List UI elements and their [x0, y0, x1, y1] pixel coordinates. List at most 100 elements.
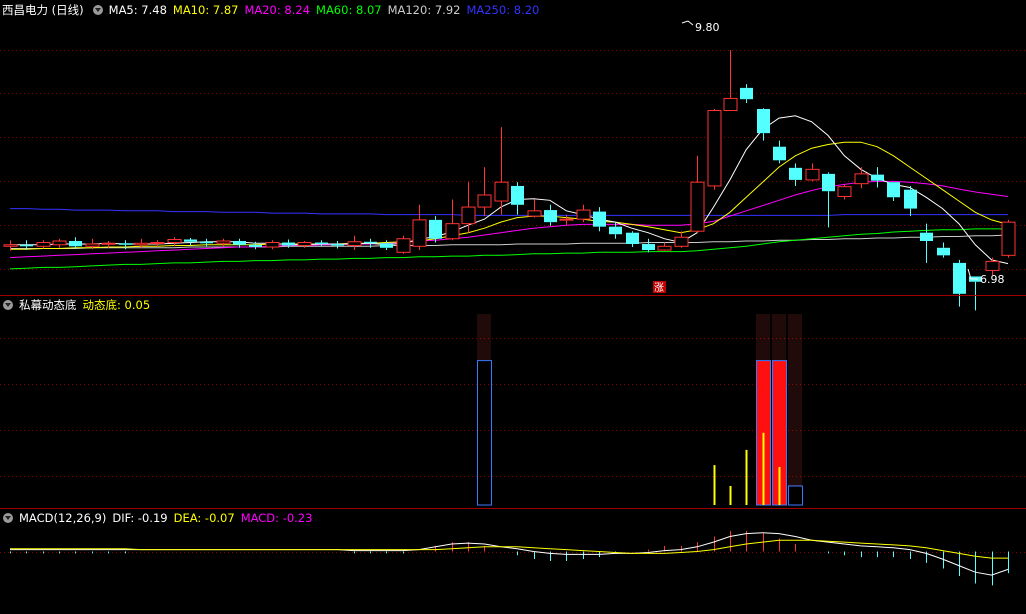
ma60-line	[9, 228, 1008, 270]
low-price-label: 6.98	[980, 273, 1005, 286]
candle-body	[690, 181, 705, 232]
ma10-label: MA10: 7.87	[172, 3, 239, 17]
candle	[887, 182, 900, 202]
moving-average-lines	[9, 115, 1009, 270]
candle	[477, 167, 492, 217]
candle	[642, 238, 655, 253]
chevron-down-icon[interactable]	[92, 5, 103, 15]
candle-body	[85, 243, 100, 247]
candle-body	[347, 241, 362, 247]
candle	[904, 185, 917, 217]
stock-title: 西昌电力 (日线)	[2, 3, 84, 17]
indicator-hatch	[756, 314, 771, 360]
candle-body	[707, 110, 722, 187]
candle	[445, 199, 460, 241]
candle	[837, 184, 852, 200]
candle-body	[331, 244, 344, 246]
candle-body	[985, 260, 1000, 271]
limit-up-label: 涨	[654, 282, 664, 294]
candle-body	[937, 247, 950, 256]
candle	[674, 231, 689, 248]
candle	[36, 240, 51, 249]
candle-body	[412, 219, 427, 247]
candle-body	[723, 97, 738, 112]
candle-body	[216, 240, 231, 244]
macd-value: MACD: -0.23	[240, 511, 313, 525]
candle-body	[626, 232, 639, 245]
candle	[1001, 219, 1016, 258]
candle-body	[150, 242, 165, 245]
candle	[511, 182, 524, 215]
candle-body	[576, 209, 591, 220]
candle-body	[1001, 221, 1016, 256]
candle-body	[101, 242, 116, 245]
high-price-annotation: 9.80	[681, 20, 720, 34]
candle	[576, 204, 591, 223]
candle-body	[904, 189, 917, 209]
candle-body	[805, 168, 820, 181]
ma5-label: MA5: 7.48	[108, 3, 167, 17]
candle-body	[953, 262, 966, 294]
candle-body	[642, 244, 655, 251]
candle	[757, 108, 770, 141]
candle-body	[3, 244, 18, 247]
candle	[429, 216, 442, 243]
candle	[52, 238, 67, 248]
limit-up-marker: 涨	[653, 281, 666, 294]
candle-body	[527, 210, 542, 217]
candle-body	[380, 243, 393, 248]
candle	[494, 127, 509, 215]
candle	[396, 235, 411, 254]
stock-chart[interactable]: 9.80 6.98 涨 西昌电力 (日线) MA5: 7.48 MA10: 7.…	[0, 0, 1026, 614]
ma10-line	[10, 141, 1009, 250]
candle-body	[559, 218, 574, 221]
candle-body	[315, 242, 328, 245]
candle-body	[233, 241, 246, 245]
macd-series	[10, 530, 1009, 586]
candle-body	[789, 167, 802, 180]
indicator-hatch	[788, 314, 803, 486]
candle	[559, 214, 574, 226]
candle	[937, 242, 950, 258]
candle-body	[184, 239, 197, 242]
indicator-value: 动态底: 0.05	[82, 298, 151, 312]
candle	[233, 238, 246, 248]
candle	[347, 235, 362, 251]
candle-body	[282, 242, 295, 246]
candle-body	[657, 245, 672, 251]
candle-body	[837, 186, 852, 198]
candle-body	[429, 219, 442, 239]
candle-body	[297, 242, 312, 247]
candle-body	[396, 238, 411, 253]
candle	[461, 182, 476, 233]
indicator-header: 私幕动态底 动态底: 0.05	[0, 296, 156, 314]
high-price-label: 9.80	[695, 21, 720, 34]
ma20-label: MA20: 8.24	[244, 3, 311, 17]
candle-body	[265, 242, 280, 248]
candle-body	[364, 241, 377, 244]
candle-body	[477, 194, 492, 208]
candle-body	[674, 236, 689, 247]
candle	[920, 223, 933, 263]
candle	[773, 140, 786, 164]
chevron-down-icon[interactable]	[3, 513, 13, 523]
chevron-down-icon[interactable]	[3, 300, 13, 310]
candle	[789, 163, 802, 186]
ma250-line	[10, 208, 1008, 216]
candle	[527, 199, 542, 218]
candle	[690, 155, 705, 233]
indicator-bar-blue	[477, 360, 492, 506]
ma250-label: MA250: 8.20	[466, 3, 540, 17]
candle	[150, 240, 165, 247]
price-header: 西昌电力 (日线) MA5: 7.48 MA10: 7.87 MA20: 8.2…	[0, 1, 545, 19]
candle	[167, 237, 182, 247]
candle	[626, 231, 639, 248]
candle-body	[887, 182, 900, 198]
candle-body	[249, 244, 262, 248]
candle	[723, 50, 738, 112]
candle-body	[511, 185, 524, 205]
dea-value: DEA: -0.07	[173, 511, 235, 525]
candle	[805, 163, 820, 182]
candle	[593, 207, 606, 232]
candle-body	[593, 211, 606, 227]
